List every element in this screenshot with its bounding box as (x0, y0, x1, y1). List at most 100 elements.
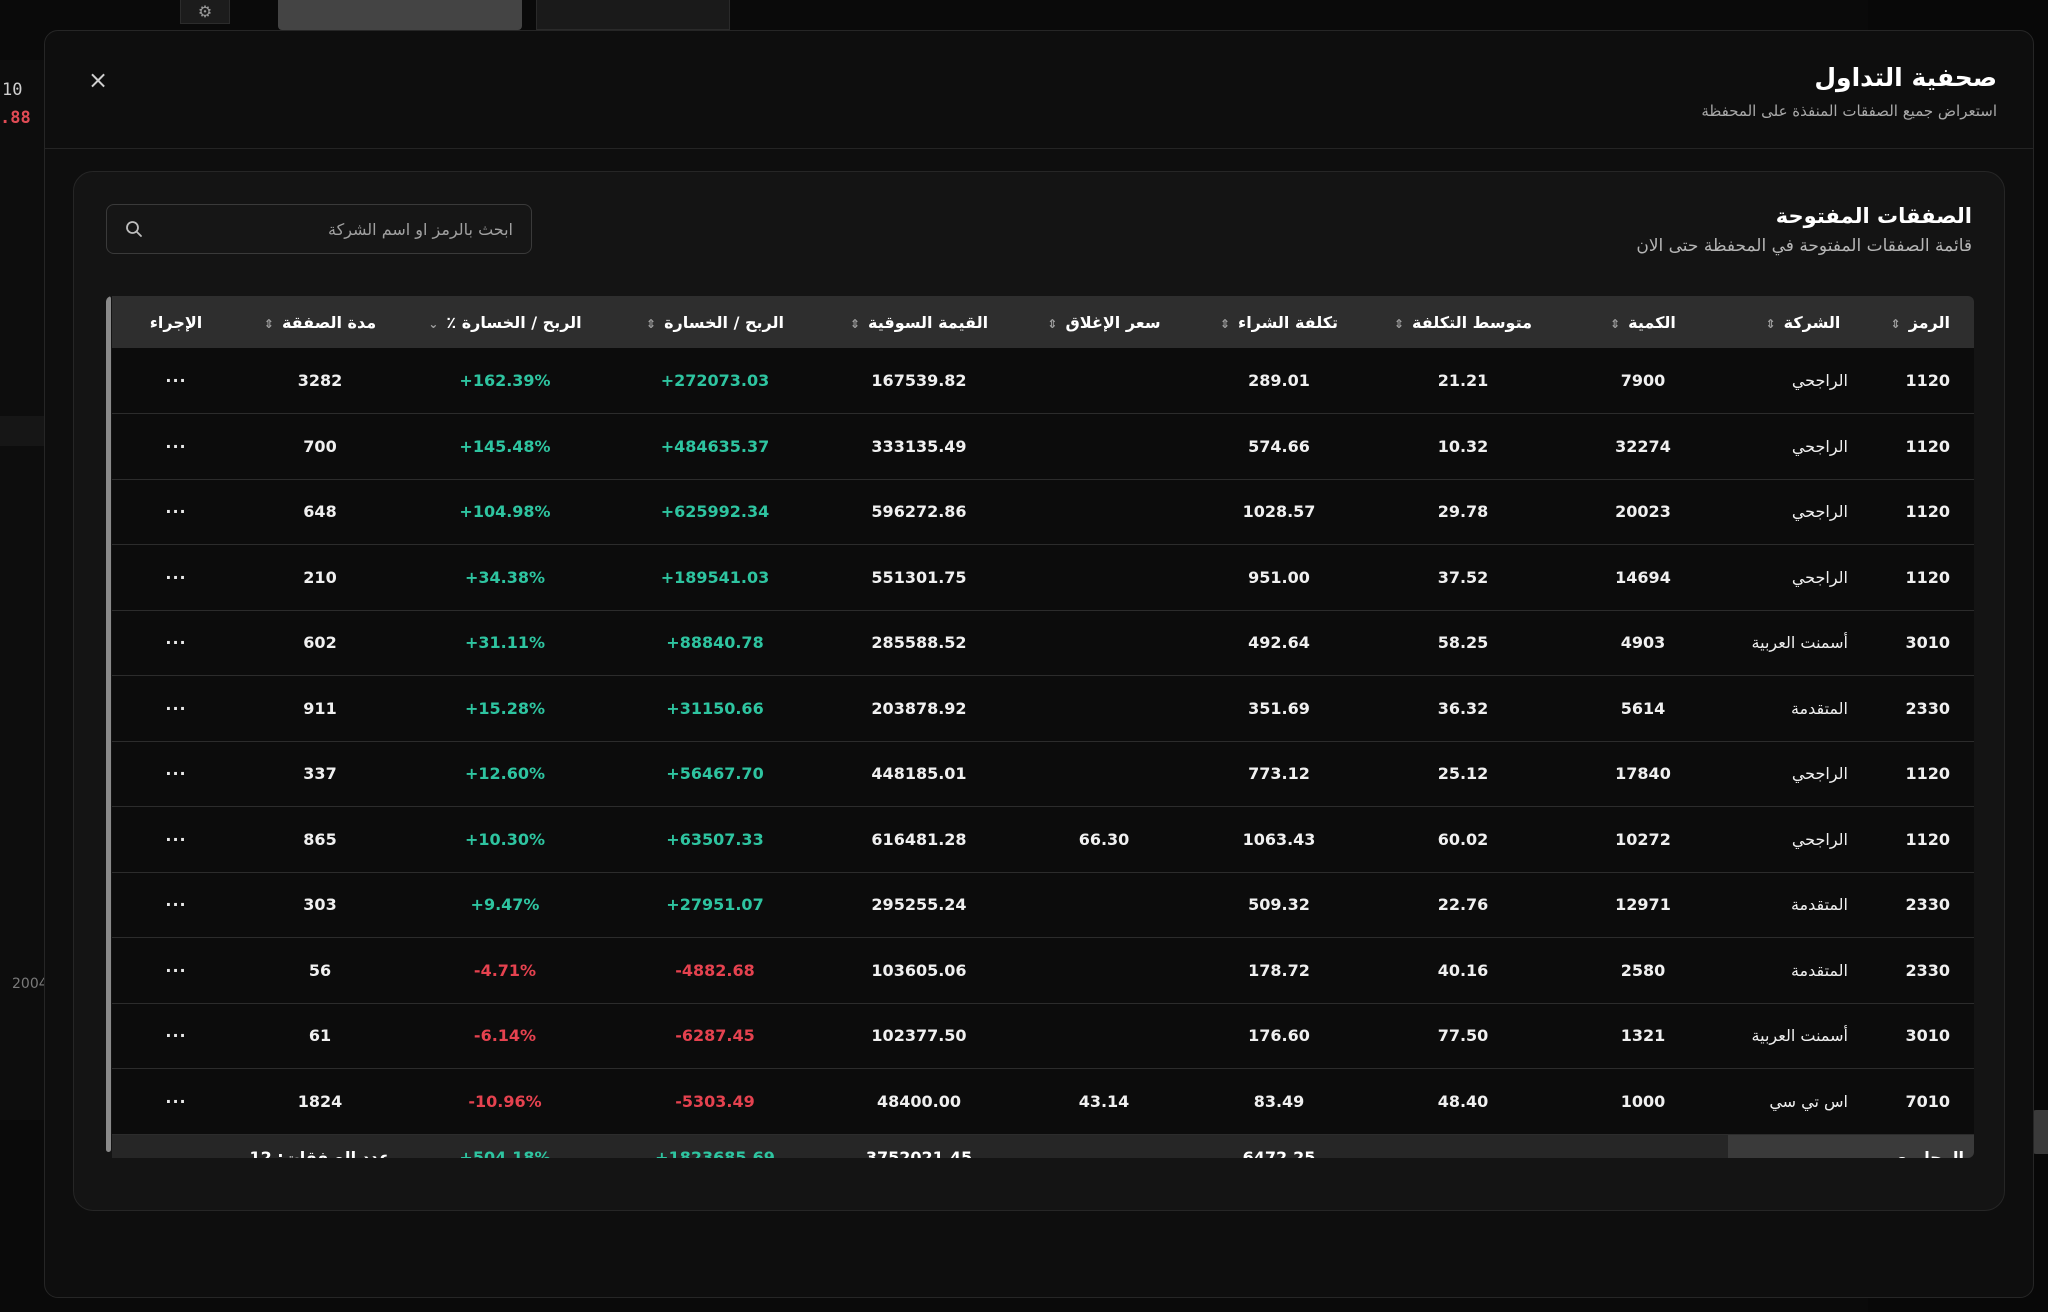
cell-company: أسمنت العربية (1728, 610, 1878, 676)
row-actions-button[interactable]: ··· (112, 872, 240, 938)
header-pnl-pct[interactable]: الربح / الخسارة ٪⌄ (400, 296, 610, 348)
cell-company: اس تي سي (1728, 1068, 1878, 1135)
header-symbol[interactable]: الرمز⇕ (1878, 296, 1974, 348)
table-row[interactable]: 1120 الراجحي 14694 37.52 951.00 551301.75 1895… (112, 544, 1974, 611)
background-card (278, 0, 522, 30)
scrollbar[interactable] (106, 296, 111, 1152)
row-actions-button[interactable]: ··· (112, 610, 240, 676)
cell-symbol: 1120 (1878, 348, 1974, 414)
cell-market-value: 596272.86 (820, 479, 1018, 545)
totals-pnl-pct: 504.18%+ (400, 1134, 610, 1158)
header-close-price[interactable]: سعر الإغلاق⇕ (1018, 296, 1190, 348)
search-input[interactable] (153, 219, 513, 239)
cell-market-value: 333135.49 (820, 413, 1018, 480)
card-title: الصفقات المفتوحة (1775, 204, 1972, 228)
cell-buy-cost: 289.01 (1190, 348, 1368, 414)
cell-close-price (1018, 544, 1190, 611)
cell-market-value: 203878.92 (820, 675, 1018, 742)
cell-quantity: 17840 (1558, 741, 1728, 807)
row-actions-button[interactable]: ··· (112, 479, 240, 545)
cell-pnl-pct: 31.11%+ (400, 610, 610, 676)
background-panel (0, 60, 46, 1120)
cell-buy-cost: 176.60 (1190, 1003, 1368, 1069)
close-icon[interactable]: × (83, 65, 113, 95)
cell-company: الراجحي (1728, 479, 1878, 545)
cell-quantity: 7900 (1558, 348, 1728, 414)
trading-journal-modal: صحفية التداول استعراض جميع الصفقات المنف… (44, 30, 2034, 1298)
table-row[interactable]: 1120 الراجحي 32274 10.32 574.66 333135.49 4846… (112, 413, 1974, 480)
table-row[interactable]: 7010 اس تي سي 1000 48.40 83.49 43.14 48400.00 5… (112, 1068, 1974, 1135)
cell-company: أسمنت العربية (1728, 1003, 1878, 1069)
cell-buy-cost: 1063.43 (1190, 806, 1368, 873)
header-buy-cost[interactable]: تكلفة الشراء⇕ (1190, 296, 1368, 348)
cell-market-value: 295255.24 (820, 872, 1018, 938)
cell-duration: 648 (240, 479, 400, 545)
cell-pnl-pct: 9.47%+ (400, 872, 610, 938)
cell-quantity: 5614 (1558, 675, 1728, 742)
cell-pnl-pct: 104.98%+ (400, 479, 610, 545)
cell-market-value: 616481.28 (820, 806, 1018, 873)
cell-market-value: 102377.50 (820, 1003, 1018, 1069)
modal-header: صحفية التداول استعراض جميع الصفقات المنف… (45, 31, 2033, 149)
background-divider (0, 416, 46, 446)
header-duration[interactable]: مدة الصفقة⇕ (240, 296, 400, 348)
cell-pnl-pct: 15.28%+ (400, 675, 610, 742)
cell-close-price: 43.14 (1018, 1068, 1190, 1135)
table-row[interactable]: 1120 الراجحي 20023 29.78 1028.57 596272.86 625… (112, 479, 1974, 545)
cell-market-value: 551301.75 (820, 544, 1018, 611)
cell-avg-cost: 36.32 (1368, 675, 1558, 742)
cell-pnl: 27951.07+ (610, 872, 820, 938)
header-market-value[interactable]: القيمة السوقية⇕ (820, 296, 1018, 348)
row-actions-button[interactable]: ··· (112, 741, 240, 807)
table-row[interactable]: 1120 الراجحي 17840 25.12 773.12 448185.01 5646… (112, 741, 1974, 807)
cell-avg-cost: 48.40 (1368, 1068, 1558, 1135)
row-actions-button[interactable]: ··· (112, 937, 240, 1004)
sort-icon: ⇕ (1219, 316, 1231, 331)
cell-pnl-pct: 6.14%- (400, 1003, 610, 1069)
totals-quantity (1558, 1134, 1728, 1158)
table-row[interactable]: 3010 أسمنت العربية 4903 58.25 492.64 285588.5… (112, 610, 1974, 676)
cell-symbol: 3010 (1878, 610, 1974, 676)
cell-buy-cost: 574.66 (1190, 413, 1368, 480)
cell-quantity: 1000 (1558, 1068, 1728, 1135)
totals-pnl: 1823685.69+ (610, 1134, 820, 1158)
header-quantity[interactable]: الكمية⇕ (1558, 296, 1728, 348)
row-actions-button[interactable]: ··· (112, 1068, 240, 1135)
table-row[interactable]: 1120 الراجحي 10272 60.02 1063.43 66.30 616481.… (112, 806, 1974, 873)
cell-close-price (1018, 675, 1190, 742)
cell-buy-cost: 351.69 (1190, 675, 1368, 742)
cell-pnl-pct: 34.38%+ (400, 544, 610, 611)
table-row[interactable]: 2330 المتقدمة 2580 40.16 178.72 103605.06 4882… (112, 937, 1974, 1004)
cell-pnl-pct: 4.71%- (400, 937, 610, 1004)
sort-icon: ⇕ (1765, 316, 1776, 331)
header-company[interactable]: الشركة⇕ (1728, 296, 1878, 348)
row-actions-button[interactable]: ··· (112, 1003, 240, 1069)
cell-pnl: 56467.70+ (610, 741, 820, 807)
cell-buy-cost: 951.00 (1190, 544, 1368, 611)
cell-company: المتقدمة (1728, 937, 1878, 1004)
row-actions-button[interactable]: ··· (112, 348, 240, 414)
chevron-down-icon: ⌄ (428, 316, 439, 331)
cell-quantity: 10272 (1558, 806, 1728, 873)
cell-duration: 865 (240, 806, 400, 873)
table-row[interactable]: 2330 المتقدمة 12971 22.76 509.32 295255.24 279… (112, 872, 1974, 938)
cell-company: المتقدمة (1728, 872, 1878, 938)
search-box (106, 204, 532, 254)
row-actions-button[interactable]: ··· (112, 806, 240, 873)
table-row[interactable]: 1120 الراجحي 7900 21.21 289.01 167539.82 27207… (112, 348, 1974, 414)
table-row[interactable]: 2330 المتقدمة 5614 36.32 351.69 203878.92 3115… (112, 675, 1974, 742)
cell-pnl: 63507.33+ (610, 806, 820, 873)
row-actions-button[interactable]: ··· (112, 413, 240, 480)
table-row[interactable]: 3010 أسمنت العربية 1321 77.50 176.60 102377.5… (112, 1003, 1974, 1069)
header-avg-cost[interactable]: متوسط التكلفة⇕ (1368, 296, 1558, 348)
cell-pnl-pct: 145.48%+ (400, 413, 610, 480)
background-value: 10 (2, 80, 23, 100)
cell-symbol: 1120 (1878, 741, 1974, 807)
row-actions-button[interactable]: ··· (112, 544, 240, 611)
row-actions-button[interactable]: ··· (112, 675, 240, 742)
cell-close-price (1018, 872, 1190, 938)
sort-icon: ⇕ (263, 316, 274, 331)
totals-label: المجاميع (1728, 1134, 1974, 1158)
cell-market-value: 103605.06 (820, 937, 1018, 1004)
header-pnl[interactable]: الربح / الخسارة⇕ (610, 296, 820, 348)
